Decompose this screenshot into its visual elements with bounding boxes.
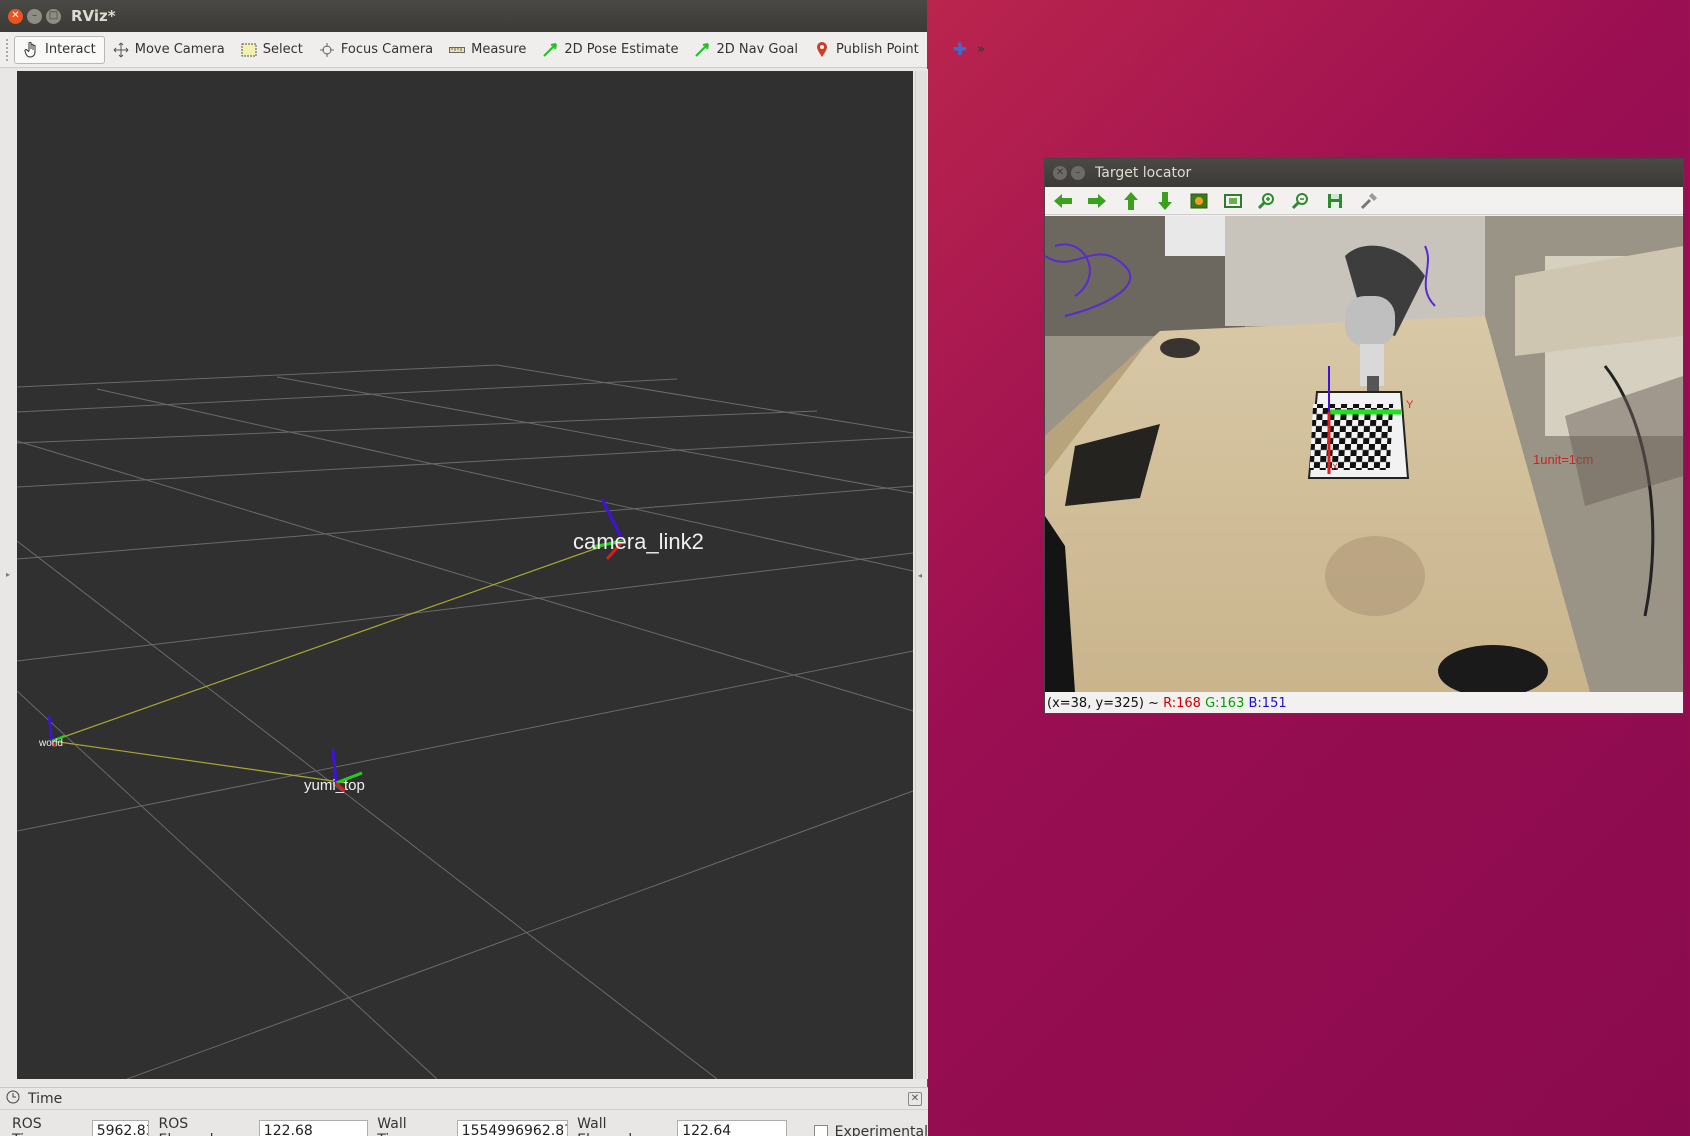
close-window-icon[interactable]: ✕	[8, 8, 23, 24]
frame-label-world: world	[38, 738, 63, 749]
minimize-window-icon[interactable]: –	[1071, 166, 1085, 180]
camera-scene: Y X 1unit=1cm	[1045, 216, 1683, 692]
close-window-icon[interactable]: ✕	[1053, 166, 1067, 180]
maximize-window-icon[interactable]: □	[46, 8, 61, 24]
clock-icon	[6, 1090, 20, 1108]
image-icon[interactable]	[1189, 191, 1209, 211]
arrow-down-icon[interactable]	[1155, 191, 1175, 211]
arrow-right-icon[interactable]	[1087, 191, 1107, 211]
ros-elapsed-label: ROS Elapsed:	[158, 1116, 218, 1136]
wall-time-field[interactable]: 1554996962.87	[456, 1120, 569, 1136]
focus-camera-tool-button[interactable]: Focus Camera	[311, 37, 441, 63]
nav-goal-tool-button[interactable]: 2D Nav Goal	[686, 37, 806, 63]
tool-label: Focus Camera	[340, 42, 434, 57]
pixel-coords: (x=38, y=325) ~	[1047, 696, 1159, 711]
pixel-green-value: G:163	[1205, 696, 1245, 711]
pixel-red-value: R:168	[1163, 696, 1201, 711]
target-locator-titlebar[interactable]: ✕ – Target locator	[1045, 159, 1683, 187]
pose-arrow-icon	[542, 42, 558, 58]
pixel-status-bar: (x=38, y=325) ~ R:168 G:163 B:151	[1047, 696, 1287, 711]
pose-estimate-tool-button[interactable]: 2D Pose Estimate	[534, 37, 686, 63]
ros-time-field[interactable]: 5962.83	[91, 1120, 150, 1136]
add-tool-button[interactable]: ✚	[943, 40, 977, 60]
interact-tool-button[interactable]: Interact	[14, 35, 105, 64]
tf-links	[51, 540, 618, 784]
frame-label-yumi-top: yumi_top	[304, 777, 365, 794]
experimental-label: Experimental	[834, 1124, 928, 1136]
tool-label: Measure	[471, 42, 527, 57]
time-panel-title: Time	[28, 1090, 63, 1107]
arrow-up-icon[interactable]	[1121, 191, 1141, 211]
pixel-blue-value: B:151	[1248, 696, 1287, 711]
tool-label: Publish Point	[836, 42, 919, 57]
right-dock-handle[interactable]: ◂	[915, 71, 927, 1079]
window-title: RViz*	[71, 7, 116, 25]
map-pin-icon	[814, 41, 830, 58]
rviz-titlebar[interactable]: ✕ – □ RViz*	[0, 0, 927, 32]
toolbar-grip[interactable]	[6, 38, 8, 61]
experimental-checkbox[interactable]	[813, 1125, 828, 1136]
ground-grid	[17, 364, 913, 1079]
target-locator-title: Target locator	[1095, 165, 1192, 181]
select-icon	[241, 42, 257, 58]
image-toolbar	[1045, 187, 1683, 215]
toolbar-overflow-button[interactable]: »	[977, 42, 985, 57]
zoom-out-icon[interactable]	[1291, 191, 1311, 211]
arrow-left-icon[interactable]	[1053, 191, 1073, 211]
time-panel-header: Time ✕	[0, 1088, 928, 1110]
tool-label: 2D Nav Goal	[716, 42, 799, 57]
y-axis-label: Y	[1406, 399, 1414, 411]
hand-icon	[23, 41, 39, 58]
rviz-toolbar: Interact Move Camera Select Focus Camera…	[0, 32, 985, 68]
focus-camera-icon	[319, 42, 335, 58]
wall-time-label: Wall Time:	[377, 1116, 416, 1136]
publish-point-tool-button[interactable]: Publish Point	[806, 37, 927, 63]
time-panel: Time ✕ ROS Time: 5962.83 ROS Elapsed: 12…	[0, 1087, 928, 1136]
ros-elapsed-field[interactable]: 122.68	[258, 1120, 369, 1136]
rviz-window: ✕ – □ RViz* Interact Move Camera Select	[0, 0, 985, 1136]
close-panel-icon[interactable]: ✕	[908, 1091, 922, 1106]
select-tool-button[interactable]: Select	[233, 37, 311, 63]
move-camera-icon	[113, 42, 129, 58]
left-dock-handle[interactable]: ▸	[2, 69, 14, 1079]
fit-icon[interactable]	[1223, 191, 1243, 211]
frame-label-camera-link2: camera_link2	[573, 529, 704, 554]
measure-tool-button[interactable]: Measure	[441, 37, 534, 63]
zoom-in-icon[interactable]	[1257, 191, 1277, 211]
move-camera-tool-button[interactable]: Move Camera	[105, 37, 233, 63]
ruler-icon	[449, 42, 466, 58]
tool-label: Move Camera	[134, 42, 225, 57]
tool-label: Select	[262, 42, 303, 57]
properties-icon[interactable]	[1359, 191, 1379, 211]
time-fields-row: ROS Time: 5962.83 ROS Elapsed: 122.68 Wa…	[0, 1110, 928, 1136]
nav-goal-icon	[694, 42, 710, 58]
wall-elapsed-label: Wall Elapsed:	[577, 1116, 637, 1136]
3d-scene: camera_link2 world yumi_top	[17, 364, 913, 1079]
camera-image[interactable]: Y X 1unit=1cm	[1045, 216, 1683, 692]
3d-viewport[interactable]: camera_link2 world yumi_top	[17, 71, 913, 1079]
x-axis-label: X	[1332, 462, 1338, 472]
tool-label: 2D Pose Estimate	[564, 42, 679, 57]
tool-label: Interact	[45, 42, 96, 57]
viewport-container: ▸ camera_link2 world yumi_top ◂	[0, 69, 928, 1079]
ros-time-label: ROS Time:	[12, 1116, 51, 1136]
save-icon[interactable]	[1325, 191, 1345, 211]
minimize-window-icon[interactable]: –	[27, 8, 42, 24]
wall-elapsed-field[interactable]: 122.64	[677, 1120, 787, 1136]
target-locator-window: ✕ – Target locator Y X 1unit=1cm (x=38, …	[1044, 158, 1684, 714]
